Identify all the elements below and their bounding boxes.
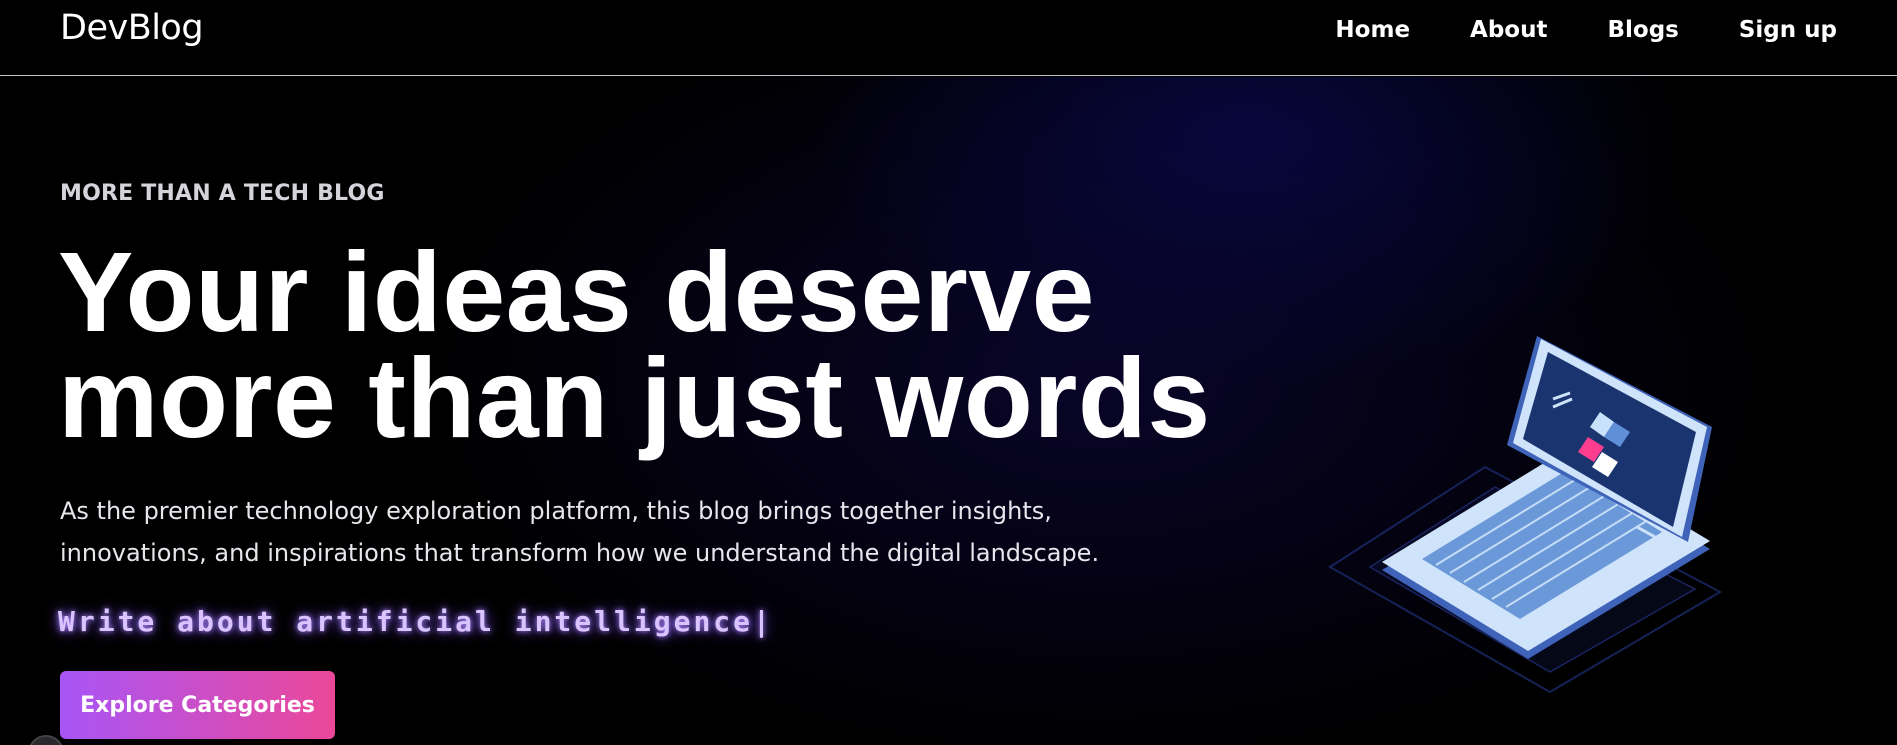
nav-link-blogs[interactable]: Blogs [1607,14,1678,46]
hero-headline-line-2: more than just words [58,335,1211,461]
hero-description: As the premier technology exploration pl… [60,490,1120,574]
hero-description-line-1: As the premier technology exploration pl… [60,497,1052,525]
explore-categories-button[interactable]: Explore Categories [60,671,335,739]
hero-eyebrow: MORE THAN A TECH BLOG [60,181,385,206]
brand-logo[interactable]: DevBlog [60,8,204,48]
page: DevBlog Home About Blogs Sign up MORE TH… [0,0,1897,745]
laptop-illustration-icon [1328,336,1723,694]
top-navbar: DevBlog Home About Blogs Sign up [0,0,1897,76]
hero-section: MORE THAN A TECH BLOG Your ideas deserve… [0,77,1897,745]
typewriter-phrase: Write about artificial intelligence [58,605,754,638]
nav-links: Home About Blogs Sign up [1335,14,1837,46]
nav-link-sign-up[interactable]: Sign up [1739,14,1837,46]
typewriter-text: Write about artificial intelligence| [58,605,773,638]
hero-headline-line-1: Your ideas deserve [58,229,1095,355]
hero-description-line-2: innovations, and inspirations that trans… [60,539,1100,567]
nav-link-home[interactable]: Home [1335,14,1410,46]
hero-headline: Your ideas deserve more than just words [58,229,1258,461]
typewriter-cursor: | [753,605,773,638]
nav-link-about[interactable]: About [1470,14,1547,46]
